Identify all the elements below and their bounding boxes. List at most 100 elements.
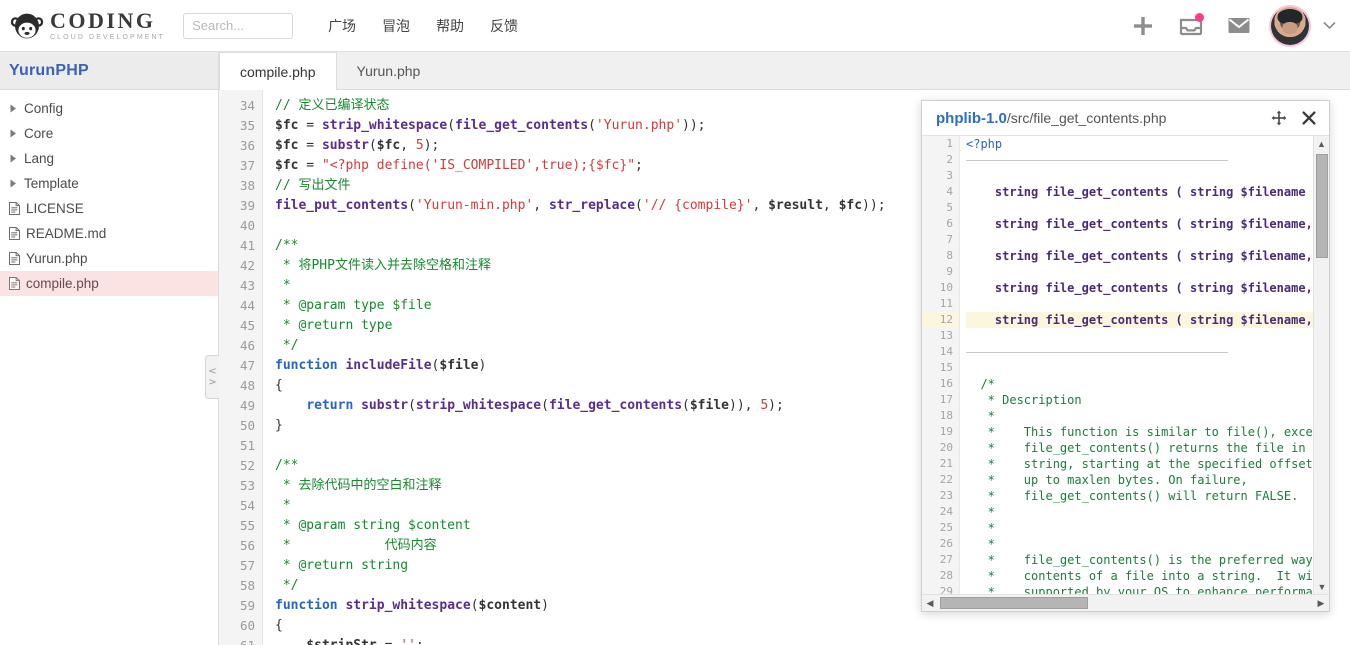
avatar[interactable] <box>1271 6 1309 45</box>
line-number: 34 <box>239 98 255 113</box>
line-number: 46 <box>239 338 255 353</box>
popup-line-number: 12 <box>922 312 959 328</box>
plus-icon[interactable] <box>1121 0 1165 52</box>
popup-code-line <box>966 152 1329 168</box>
main-nav: 广场 冒泡 帮助 反馈 <box>315 0 531 52</box>
line-number: 47 <box>239 358 255 373</box>
tree-folder-template[interactable]: Template <box>0 171 218 196</box>
file-icon <box>5 277 23 290</box>
close-icon[interactable] <box>1299 108 1319 128</box>
popup-body[interactable]: 1 2 3 4 5 6 7 8 9 10 11 12 13 14 15 16 17 18 19 20 21 22 23 24 2… <box>922 136 1329 594</box>
sidebar-collapse-handle[interactable]: < > <box>205 355 219 399</box>
file-icon <box>5 227 23 240</box>
line-number: 41 <box>239 238 255 253</box>
line-number: 44 <box>239 298 255 313</box>
popup-header: phplib-1.0/src/file_get_contents.php <box>922 101 1329 136</box>
popup-horizontal-scrollbar[interactable]: ◀ ▶ <box>922 594 1329 611</box>
popup-code-line: * up to maxlen bytes. On failure, <box>966 473 1248 487</box>
popup-line-number: 13 <box>939 329 953 342</box>
chevron-right-icon <box>5 129 21 138</box>
popup-line-number: 19 <box>939 425 953 438</box>
tree-file-compile-php[interactable]: compile.php <box>0 271 218 296</box>
brand-tagline: CLOUD DEVELOPMENT <box>50 34 166 41</box>
tab-compile-php[interactable]: compile.php <box>219 52 337 90</box>
popup-code-line: string file_get_contents ( string $filen… <box>966 281 1329 295</box>
popup-line-number: 23 <box>939 489 953 502</box>
tab-yurun-php[interactable]: Yurun.php <box>336 52 441 89</box>
popup-line-number: 29 <box>939 585 953 594</box>
popup-line-number: 2 <box>946 153 953 166</box>
line-number: 53 <box>239 478 255 493</box>
popup-line-number: 21 <box>939 457 953 470</box>
tree-item-label: Config <box>24 101 64 116</box>
envelope-icon[interactable] <box>1217 0 1261 52</box>
popup-line-number-gutter: 1 2 3 4 5 6 7 8 9 10 11 12 13 14 15 16 17 18 19 20 21 22 23 24 2… <box>922 136 960 594</box>
line-number: 48 <box>239 378 255 393</box>
tree-item-label: compile.php <box>26 276 99 291</box>
popup-code-line: string file_get_contents ( string $filen… <box>966 312 1329 328</box>
popup-line-number: 27 <box>939 553 953 566</box>
nav-item-square[interactable]: 广场 <box>315 0 369 52</box>
scroll-left-arrow[interactable]: ◀ <box>922 598 938 609</box>
inbox-icon[interactable] <box>1169 0 1213 52</box>
line-number: 36 <box>239 138 255 153</box>
chevron-down-icon[interactable] <box>1322 19 1336 33</box>
line-number: 49 <box>239 398 255 413</box>
notification-badge-dot <box>1195 12 1204 22</box>
file-icon <box>5 202 23 215</box>
brand-logo[interactable]: CODING CLOUD DEVELOPMENT <box>10 8 165 44</box>
sidebar-header: YurunPHP <box>0 52 218 90</box>
popup-line-number: 11 <box>939 297 953 310</box>
tree-item-label: Lang <box>24 151 55 166</box>
popup-code-line: * contents of a file into a string. It w… <box>966 569 1329 583</box>
code-line: { <box>275 618 283 633</box>
nav-item-bubble[interactable]: 冒泡 <box>369 0 423 52</box>
line-number: 42 <box>239 258 255 273</box>
popup-vscroll-thumb[interactable] <box>1316 154 1328 258</box>
popup-package-name: phplib-1.0 <box>936 109 1007 127</box>
documentation-popup: phplib-1.0/src/file_get_contents.php 123… <box>921 100 1330 612</box>
scroll-up-arrow[interactable]: ▲ <box>1314 136 1329 151</box>
line-number: 45 <box>239 318 255 333</box>
nav-item-help[interactable]: 帮助 <box>423 0 477 52</box>
popup-code-line: * <box>966 537 995 551</box>
tree-file-license[interactable]: LICENSE <box>0 196 218 221</box>
tab-label: compile.php <box>240 63 316 80</box>
tree-item-label: Core <box>24 126 54 141</box>
popup-code-line: string file_get_contents ( string $filen… <box>966 249 1329 263</box>
scroll-down-arrow[interactable]: ▼ <box>1314 579 1329 594</box>
tree-file-yurun-php[interactable]: Yurun.php <box>0 246 218 271</box>
project-sidebar: YurunPHP Config Core Lang Template LICEN… <box>0 52 219 645</box>
collapse-right-chevron: > <box>208 377 217 388</box>
popup-line-number: 6 <box>946 217 953 230</box>
monkey-logo-icon <box>10 11 44 41</box>
nav-item-feedback[interactable]: 反馈 <box>477 0 531 52</box>
editor-tabbar: compile.php Yurun.php <box>219 52 1350 90</box>
tree-folder-lang[interactable]: Lang <box>0 146 218 171</box>
tree-file-readme[interactable]: README.md <box>0 221 218 246</box>
move-icon[interactable] <box>1269 108 1289 128</box>
popup-line-number: 9 <box>946 265 953 278</box>
popup-line-number: 17 <box>939 393 953 406</box>
line-number: 38 <box>239 178 255 193</box>
top-navigation-bar: CODING CLOUD DEVELOPMENT 广场 冒泡 帮助 反馈 <box>0 0 1350 52</box>
line-number: 37 <box>239 158 255 173</box>
line-number: 35 <box>239 118 255 133</box>
chevron-right-icon <box>5 104 21 113</box>
line-number: 39 <box>239 198 255 213</box>
tree-folder-config[interactable]: Config <box>0 96 218 121</box>
popup-code-line <box>966 360 1329 376</box>
popup-hscroll-thumb[interactable] <box>940 597 1088 609</box>
scroll-right-arrow[interactable]: ▶ <box>1313 598 1329 609</box>
popup-code-line: /* <box>966 377 995 391</box>
file-tree: Config Core Lang Template LICENSE README… <box>0 90 218 296</box>
popup-code-content[interactable]: <?php string file_get_contents ( string … <box>960 136 1329 594</box>
tree-folder-core[interactable]: Core <box>0 121 218 146</box>
popup-vertical-scrollbar[interactable]: ▲ ▼ <box>1313 136 1329 594</box>
popup-code-line: * file_get_contents() is the preferred w… <box>966 553 1329 567</box>
search-input[interactable] <box>183 12 294 39</box>
popup-code-line <box>966 168 1329 184</box>
popup-code-line: <?php <box>966 137 1003 151</box>
line-number-gutter: 34 35 36 37 38 39 40 41 42 43 44 45 46 47 48 49 50 51 52 53… <box>219 90 263 645</box>
line-number: 61 <box>219 636 262 645</box>
